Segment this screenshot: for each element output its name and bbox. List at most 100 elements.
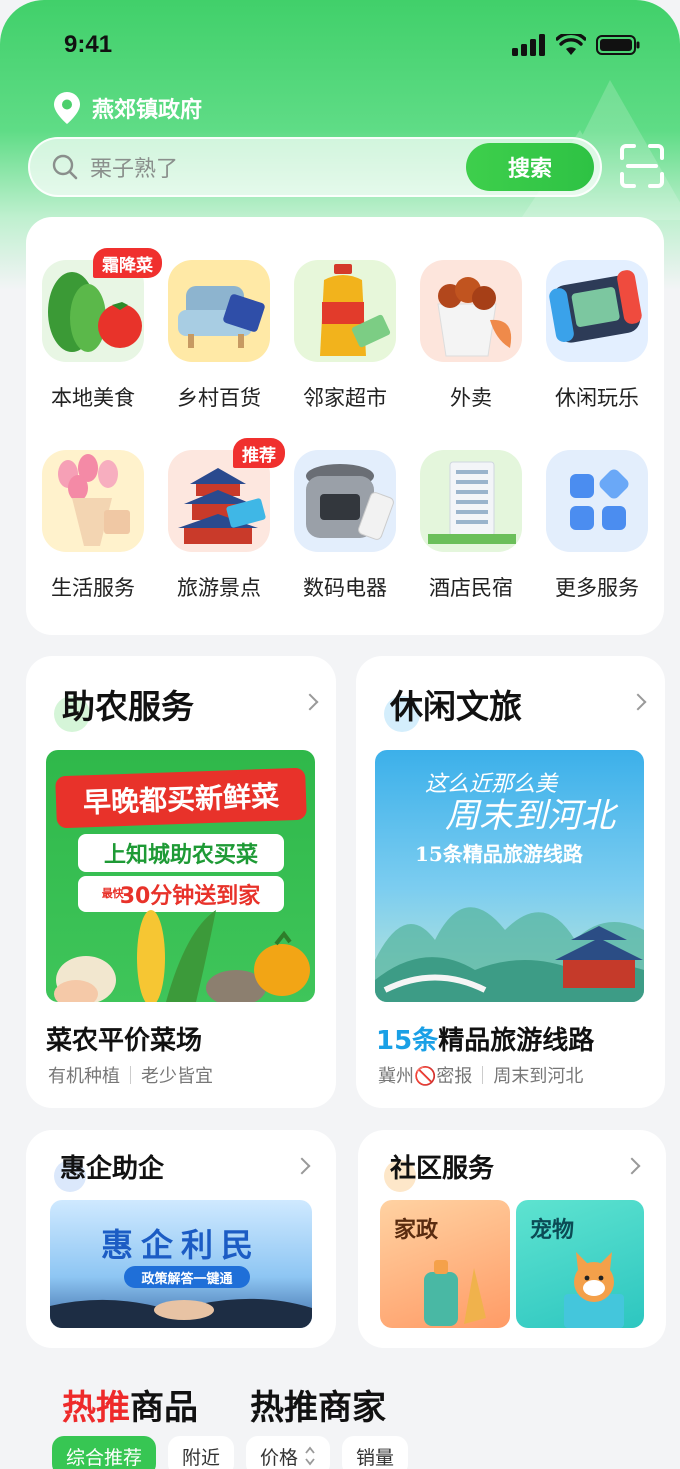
fried-chicken-icon: [420, 260, 522, 362]
category-hotels[interactable]: 酒店民宿: [411, 450, 531, 602]
sort-arrows-icon: [305, 1446, 315, 1466]
wifi-icon: [556, 34, 586, 55]
banner-subline: 政策解答一键通: [124, 1266, 250, 1288]
status-time: 9:41: [64, 31, 113, 58]
chevron-right-icon[interactable]: [629, 693, 647, 711]
cleaning-icon: [424, 1260, 486, 1326]
category-label: 外卖: [450, 386, 492, 410]
filter-label: 附近: [182, 1446, 221, 1469]
category-local-food[interactable]: 霜降菜 本地美食: [33, 248, 162, 412]
search-button[interactable]: 搜索: [466, 143, 594, 191]
panel-title: 助农服务: [62, 687, 194, 726]
category-label: 休闲玩乐: [555, 386, 639, 410]
banner-delivery-text: 30分钟送到家: [119, 884, 261, 909]
meta-prefix: 冀州: [378, 1066, 414, 1087]
panel-meta: 冀州🚫密报 周末到河北: [378, 1062, 583, 1088]
panel-title: 休闲文旅: [390, 687, 522, 726]
search-bar[interactable]: 栗子熟了 搜索: [28, 137, 602, 197]
category-label: 旅游景点: [177, 576, 261, 600]
scan-icon[interactable]: [620, 144, 664, 188]
category-supermarket[interactable]: 邻家超市: [285, 260, 405, 412]
meta-divider: [482, 1066, 484, 1084]
category-label: 数码电器: [303, 576, 387, 600]
subtitle-rest: 精品旅游线路: [438, 1026, 595, 1056]
tile-label: 家政: [394, 1218, 439, 1243]
community-panel[interactable]: 社区服务 家政 宠物: [358, 1130, 666, 1348]
chevron-right-icon[interactable]: [301, 693, 319, 711]
handshake-illustration: [50, 1298, 312, 1328]
category-tag: 推荐: [233, 438, 285, 468]
filter-label: 综合推荐: [66, 1446, 143, 1469]
subtitle-highlight: 15条: [376, 1026, 439, 1056]
enterprise-panel[interactable]: 惠企助企 惠企利民 政策解答一键通: [26, 1130, 336, 1348]
filter-bar: 综合推荐 附近 价格 销量: [52, 1436, 409, 1469]
tab-hot-merchants[interactable]: 热推商家: [250, 1380, 386, 1429]
hotel-building-icon: [420, 450, 522, 552]
enterprise-banner[interactable]: 惠企利民 政策解答一键通: [50, 1200, 312, 1328]
category-life-services[interactable]: 生活服务: [33, 450, 153, 602]
dog-icon: [564, 1252, 624, 1328]
farm-service-panel[interactable]: 助农服务 早晚都买新鲜菜 上知城助农买菜 最快 30分钟送到家 菜农平价菜场 有…: [26, 656, 336, 1108]
banner-line2: 周末到河北: [445, 796, 615, 836]
travel-panel[interactable]: 休闲文旅 这么近那么美 周末到河北 15条精品旅游线路 15条精品旅游线路 冀州…: [356, 656, 665, 1108]
filter-label: 销量: [356, 1446, 395, 1469]
landscape-illustration: [375, 907, 644, 1002]
banner-subline: 上知城助农买菜: [78, 834, 284, 872]
category-label: 本地美食: [51, 386, 135, 410]
category-electronics[interactable]: 数码电器: [285, 450, 405, 602]
location-text: 燕郊镇政府: [92, 98, 203, 123]
tile-pets[interactable]: 宠物: [516, 1200, 644, 1328]
category-label: 生活服务: [51, 576, 135, 600]
search-icon: [52, 154, 78, 180]
game-console-icon: [546, 260, 648, 362]
panel-subtitle: 15条精品旅游线路: [376, 1020, 594, 1057]
chevron-right-icon[interactable]: [623, 1157, 641, 1175]
armchair-icon: [168, 260, 270, 362]
category-leisure[interactable]: 休闲玩乐: [537, 260, 657, 412]
chevron-right-icon[interactable]: [293, 1157, 311, 1175]
category-takeout[interactable]: 外卖: [411, 260, 531, 412]
prohibited-icon: 🚫: [414, 1066, 437, 1087]
banner-headline: 早晚都买新鲜菜: [55, 767, 307, 829]
filter-sales[interactable]: 销量: [342, 1436, 409, 1469]
status-icons: [512, 34, 640, 56]
vegetables-illustration: [54, 910, 310, 1002]
category-label: 更多服务: [555, 576, 639, 600]
filter-price[interactable]: 价格: [246, 1436, 331, 1469]
tab-hot-products[interactable]: 热推商品: [62, 1380, 198, 1429]
filter-nearby[interactable]: 附近: [168, 1436, 235, 1469]
meta-divider: [130, 1066, 131, 1084]
battery-icon: [596, 35, 640, 55]
category-tag: 霜降菜: [93, 248, 162, 278]
travel-banner[interactable]: 这么近那么美 周末到河北 15条精品旅游线路: [375, 750, 644, 1002]
category-grid: 霜降菜 本地美食 乡村百货 邻家超市 外卖 休闲玩乐 生活服务 推荐 旅游景点 …: [26, 217, 664, 635]
meta-tag: 老少皆宜: [141, 1066, 213, 1087]
panel-subtitle: 菜农平价菜场: [46, 1026, 203, 1056]
panel-title: 社区服务: [390, 1154, 495, 1184]
farm-banner[interactable]: 早晚都买新鲜菜 上知城助农买菜 最快 30分钟送到家: [46, 750, 315, 1002]
banner-headline: 惠企利民: [100, 1226, 261, 1264]
meta-mid: 密报: [436, 1066, 473, 1087]
panel-title: 惠企助企: [60, 1154, 165, 1184]
banner-line3: 15条精品旅游线路: [415, 842, 583, 866]
location-selector[interactable]: 燕郊镇政府: [54, 92, 202, 124]
product-tabs: 热推商品 热推商家: [62, 1380, 438, 1429]
oil-bottle-icon: [294, 260, 396, 362]
category-label: 邻家超市: [303, 386, 387, 410]
meta-tag: 冀州🚫密报: [378, 1062, 472, 1088]
meta-tag: 周末到河北: [493, 1066, 584, 1087]
grid-apps-icon: [546, 450, 648, 552]
category-label: 乡村百货: [177, 386, 261, 410]
category-more-services[interactable]: 更多服务: [537, 450, 657, 602]
category-rural-goods[interactable]: 乡村百货: [159, 260, 279, 412]
tile-housekeeping[interactable]: 家政: [380, 1200, 510, 1328]
category-label: 酒店民宿: [429, 576, 513, 600]
app-screen: 9:41 燕郊镇政府 栗子熟了 搜索 霜降菜 本地美食 乡村百货 邻家超市 外卖…: [0, 0, 680, 1469]
tab-hot-label: 热推: [62, 1388, 130, 1428]
category-tourism[interactable]: 推荐 旅游景点: [159, 438, 285, 602]
location-pin-icon: [54, 92, 80, 124]
filter-recommended[interactable]: 综合推荐: [52, 1436, 157, 1469]
search-input[interactable]: 栗子熟了: [90, 151, 466, 183]
banner-fastest: 最快: [101, 887, 124, 900]
flowers-icon: [42, 450, 144, 552]
